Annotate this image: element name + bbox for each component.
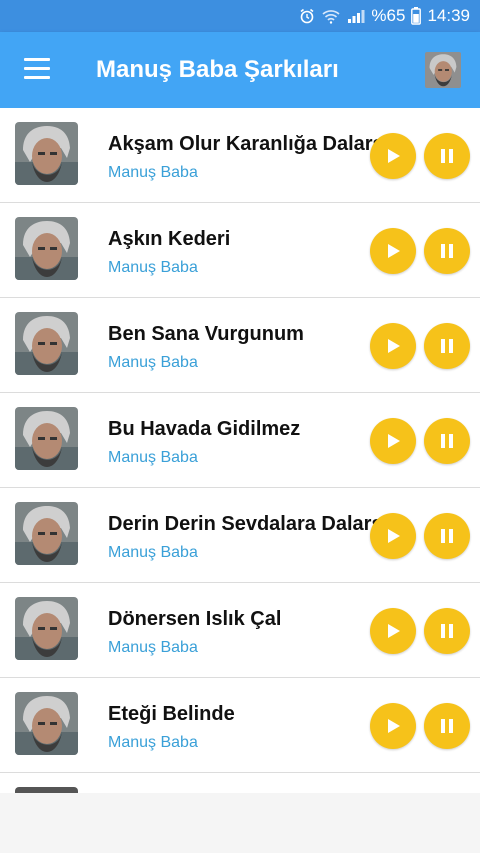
- play-icon: [388, 244, 400, 258]
- song-thumbnail: [15, 312, 78, 375]
- pause-icon: [441, 624, 453, 638]
- play-button[interactable]: [370, 608, 416, 654]
- song-thumbnail: [15, 502, 78, 565]
- pause-icon: [441, 149, 453, 163]
- list-item[interactable]: Dönersen Islık Çal Manuş Baba: [0, 583, 480, 678]
- play-icon: [388, 719, 400, 733]
- pause-button[interactable]: [424, 133, 470, 179]
- pause-button[interactable]: [424, 513, 470, 559]
- play-icon: [388, 149, 400, 163]
- song-artist: Manuş Baba: [108, 449, 198, 466]
- list-item[interactable]: Derin Derin Sevdalara Dalarsın Manuş Bab…: [0, 488, 480, 583]
- song-artist: Manuş Baba: [108, 164, 198, 181]
- play-button[interactable]: [370, 418, 416, 464]
- pause-icon: [441, 719, 453, 733]
- song-thumbnail: [15, 407, 78, 470]
- wifi-icon: [321, 8, 341, 24]
- play-icon: [388, 529, 400, 543]
- play-button[interactable]: [370, 323, 416, 369]
- list-item[interactable]: Eteği Belinde Manuş Baba: [0, 678, 480, 773]
- song-thumbnail: [15, 122, 78, 185]
- play-button[interactable]: [370, 228, 416, 274]
- song-artist: Manuş Baba: [108, 354, 198, 371]
- pause-button[interactable]: [424, 228, 470, 274]
- song-title: Akşam Olur Karanlığa Dalarsın: [108, 133, 393, 155]
- clock: 14:39: [427, 6, 470, 25]
- hamburger-menu-icon[interactable]: [24, 58, 50, 80]
- pause-button[interactable]: [424, 703, 470, 749]
- list-item[interactable]: Bu Havada Gidilmez Manuş Baba: [0, 393, 480, 488]
- alarm-icon: [299, 8, 315, 24]
- song-title: Derin Derin Sevdalara Dalarsın: [108, 513, 393, 535]
- pause-button[interactable]: [424, 323, 470, 369]
- song-thumbnail: [15, 597, 78, 660]
- signal-icon: [347, 8, 365, 24]
- list-item[interactable]: Ben Sana Vurgunum Manuş Baba: [0, 298, 480, 393]
- battery-percent: %65: [371, 6, 406, 25]
- song-thumbnail: [15, 787, 78, 793]
- play-button[interactable]: [370, 703, 416, 749]
- pause-icon: [441, 339, 453, 353]
- song-artist: Manuş Baba: [108, 639, 198, 656]
- page-title: Manuş Baba Şarkıları: [96, 56, 339, 83]
- song-list: Akşam Olur Karanlığa Dalarsın Manuş Baba…: [0, 108, 480, 793]
- song-artist: Manuş Baba: [108, 259, 198, 276]
- list-item[interactable]: Aşkın Kederi Manuş Baba: [0, 203, 480, 298]
- app-bar: Manuş Baba Şarkıları: [0, 32, 480, 108]
- play-button[interactable]: [370, 513, 416, 559]
- play-button[interactable]: [370, 133, 416, 179]
- song-title: Ben Sana Vurgunum: [108, 323, 304, 345]
- pause-button[interactable]: [424, 608, 470, 654]
- song-thumbnail: [15, 217, 78, 280]
- battery-icon: [411, 7, 422, 25]
- status-bar: %65 14:39: [0, 0, 480, 32]
- play-icon: [388, 339, 400, 353]
- song-title: Dönersen Islık Çal: [108, 608, 282, 630]
- song-artist: Manuş Baba: [108, 544, 198, 561]
- pause-icon: [441, 244, 453, 258]
- artist-avatar[interactable]: [425, 52, 461, 88]
- list-item-partial[interactable]: [0, 773, 480, 793]
- song-title: Bu Havada Gidilmez: [108, 418, 301, 440]
- song-title: Aşkın Kederi: [108, 228, 231, 250]
- song-thumbnail: [15, 692, 78, 755]
- pause-button[interactable]: [424, 418, 470, 464]
- pause-icon: [441, 434, 453, 448]
- play-icon: [388, 434, 400, 448]
- pause-icon: [441, 529, 453, 543]
- song-title: Eteği Belinde: [108, 703, 235, 725]
- song-artist: Manuş Baba: [108, 734, 198, 751]
- play-icon: [388, 624, 400, 638]
- list-item[interactable]: Akşam Olur Karanlığa Dalarsın Manuş Baba: [0, 108, 480, 203]
